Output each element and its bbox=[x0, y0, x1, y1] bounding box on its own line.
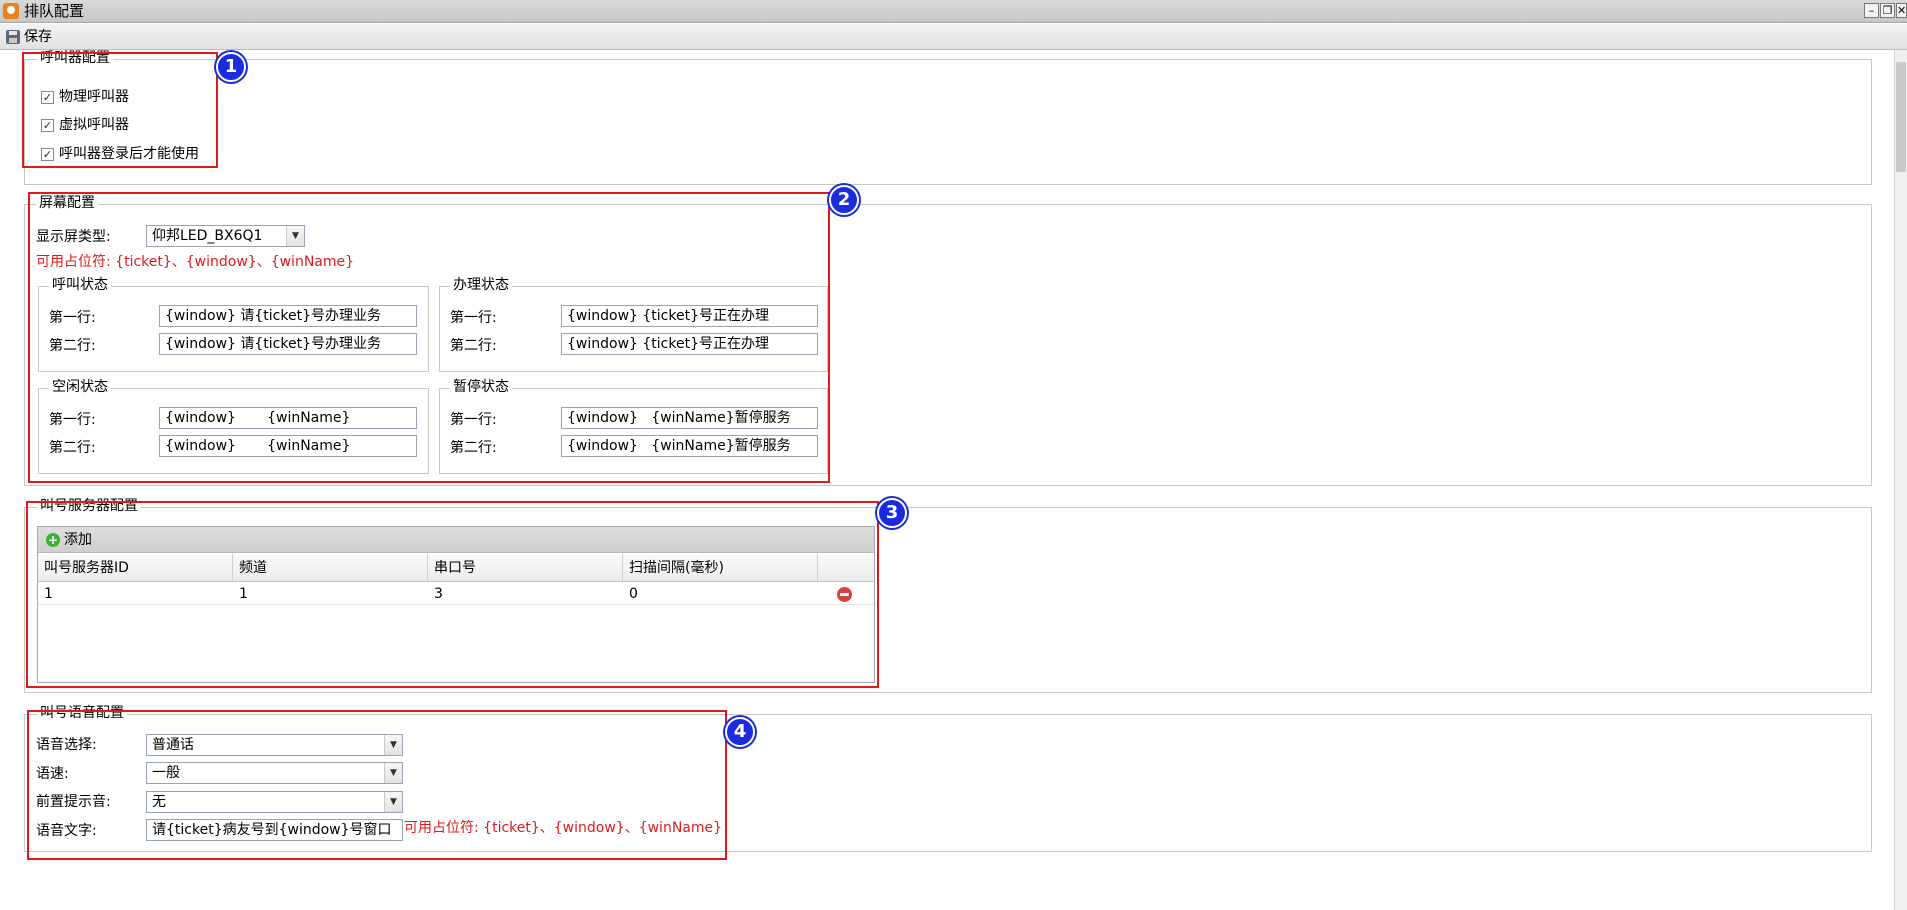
chevron-down-icon: ▼ bbox=[286, 226, 304, 246]
call-line2-input[interactable]: {window} 请{ticket}号办理业务 bbox=[159, 333, 417, 355]
voice-select[interactable]: 普通话 ▼ bbox=[146, 734, 403, 756]
display-type-select[interactable]: 仰邦LED_BX6Q1 ▼ bbox=[146, 225, 305, 247]
speed-select-value: 一般 bbox=[152, 765, 180, 781]
voice-placeholder-hint: 可用占位符: {ticket}、{window}、{winName} bbox=[404, 820, 723, 836]
toolbar: 保存 bbox=[0, 24, 1907, 50]
close-button[interactable]: ✕ bbox=[1896, 3, 1907, 18]
app-icon bbox=[3, 3, 19, 19]
column-header-interval[interactable]: 扫描间隔(毫秒) bbox=[623, 554, 818, 582]
server-grid: + 添加 叫号服务器ID 频道 串口号 扫描间隔(毫秒) 1 1 3 0 bbox=[37, 526, 875, 683]
voice-text-label: 语音文字: bbox=[36, 823, 97, 839]
idle-line2-input[interactable]: {window} {winName} bbox=[159, 435, 417, 457]
voice-text-input[interactable]: 请{ticket}病友号到{window}号窗口 bbox=[146, 819, 403, 841]
column-header-channel[interactable]: 频道 bbox=[233, 554, 428, 582]
vertical-scrollbar[interactable] bbox=[1894, 50, 1907, 910]
display-type-label: 显示屏类型: bbox=[36, 229, 111, 245]
title-bar: 排队配置 – ❐ ✕ bbox=[0, 0, 1907, 23]
login-required-label: 呼叫器登录后才能使用 bbox=[59, 146, 199, 162]
save-label: 保存 bbox=[24, 29, 52, 45]
paused-state-group bbox=[439, 388, 828, 474]
badge-2: 2 bbox=[829, 185, 859, 215]
idle-state-legend: 空闲状态 bbox=[49, 379, 111, 395]
call-line1-input[interactable]: {window} 请{ticket}号办理业务 bbox=[159, 305, 417, 327]
paused-line1-label: 第一行: bbox=[450, 412, 497, 428]
table-row[interactable]: 1 1 3 0 bbox=[38, 583, 874, 605]
cell-port: 3 bbox=[434, 586, 443, 602]
cell-channel: 1 bbox=[239, 586, 248, 602]
idle-line1-label: 第一行: bbox=[49, 412, 96, 428]
paused-line2-input[interactable]: {window} {winName}暂停服务 bbox=[561, 435, 818, 457]
column-header-port[interactable]: 串口号 bbox=[428, 554, 623, 582]
save-button[interactable]: 保存 bbox=[6, 27, 52, 47]
virtual-caller-checkbox[interactable]: ✓ bbox=[41, 119, 54, 132]
paused-line1-input[interactable]: {window} {winName}暂停服务 bbox=[561, 407, 818, 429]
restore-button[interactable]: ❐ bbox=[1880, 3, 1895, 18]
prompt-tone-value: 无 bbox=[152, 794, 166, 810]
physical-caller-label: 物理呼叫器 bbox=[59, 89, 129, 105]
prompt-tone-select[interactable]: 无 ▼ bbox=[146, 791, 403, 813]
processing-line2-label: 第二行: bbox=[450, 338, 497, 354]
processing-state-group bbox=[439, 286, 828, 372]
login-required-checkbox[interactable]: ✓ bbox=[41, 148, 54, 161]
speed-label: 语速: bbox=[36, 766, 69, 782]
display-type-value: 仰邦LED_BX6Q1 bbox=[152, 228, 263, 244]
scrollbar-thumb[interactable] bbox=[1896, 62, 1906, 172]
badge-1: 1 bbox=[216, 52, 246, 82]
caller-config-group bbox=[24, 59, 1872, 185]
add-icon[interactable]: + bbox=[46, 533, 60, 547]
save-icon bbox=[6, 30, 20, 44]
chevron-down-icon: ▼ bbox=[384, 735, 402, 755]
grid-toolbar: + 添加 bbox=[38, 527, 874, 553]
processing-line2-input[interactable]: {window} {ticket}号正在办理 bbox=[561, 333, 818, 355]
column-header-actions bbox=[818, 554, 874, 582]
call-line1-label: 第一行: bbox=[49, 310, 96, 326]
chevron-down-icon: ▼ bbox=[384, 792, 402, 812]
delete-icon[interactable] bbox=[837, 587, 852, 602]
idle-line1-input[interactable]: {window} {winName} bbox=[159, 407, 417, 429]
call-line2-label: 第二行: bbox=[49, 338, 96, 354]
processing-line1-label: 第一行: bbox=[450, 310, 497, 326]
paused-state-legend: 暂停状态 bbox=[450, 379, 512, 395]
idle-line2-label: 第二行: bbox=[49, 440, 96, 456]
processing-state-legend: 办理状态 bbox=[450, 277, 512, 293]
add-button[interactable]: 添加 bbox=[64, 531, 92, 549]
badge-4: 4 bbox=[725, 717, 755, 747]
processing-line1-input[interactable]: {window} {ticket}号正在办理 bbox=[561, 305, 818, 327]
column-header-server-id[interactable]: 叫号服务器ID bbox=[38, 554, 233, 582]
cell-server-id: 1 bbox=[44, 586, 53, 602]
grid-header: 叫号服务器ID 频道 串口号 扫描间隔(毫秒) bbox=[38, 554, 874, 582]
badge-3: 3 bbox=[877, 498, 907, 528]
speed-select[interactable]: 一般 ▼ bbox=[146, 762, 403, 784]
call-state-legend: 呼叫状态 bbox=[49, 277, 111, 293]
call-state-group bbox=[38, 286, 429, 372]
paused-line2-label: 第二行: bbox=[450, 440, 497, 456]
voice-select-value: 普通话 bbox=[152, 737, 194, 753]
screen-placeholder-hint: 可用占位符: {ticket}、{window}、{winName} bbox=[36, 254, 355, 270]
idle-state-group bbox=[38, 388, 429, 474]
virtual-caller-label: 虚拟呼叫器 bbox=[59, 117, 129, 133]
voice-select-label: 语音选择: bbox=[36, 737, 97, 753]
physical-caller-checkbox[interactable]: ✓ bbox=[41, 91, 54, 104]
window-title: 排队配置 bbox=[24, 2, 85, 20]
cell-interval: 0 bbox=[629, 586, 638, 602]
prompt-tone-label: 前置提示音: bbox=[36, 794, 111, 810]
minimize-button[interactable]: – bbox=[1864, 3, 1879, 18]
chevron-down-icon: ▼ bbox=[384, 763, 402, 783]
